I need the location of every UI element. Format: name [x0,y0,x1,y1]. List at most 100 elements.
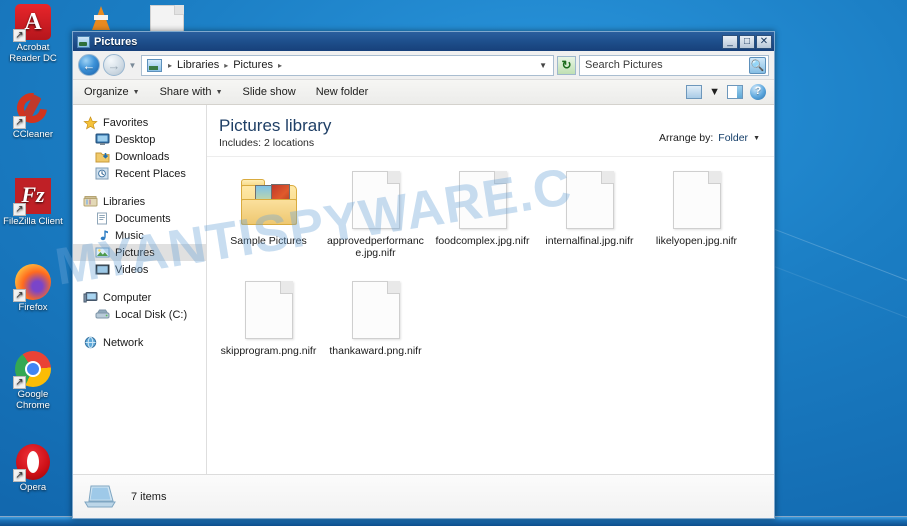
desktop-icon-firefox[interactable]: ↗ Firefox [0,264,66,313]
sidebar-item-desktop[interactable]: Desktop [73,131,206,148]
maximize-button[interactable]: □ [739,34,755,49]
sidebar-item-label: Computer [103,291,152,304]
file-name-label: internalfinal.jpg.nifr [545,235,634,247]
breadcrumb-pictures[interactable]: Pictures [231,59,275,71]
sidebar-item-downloads[interactable]: Downloads [73,148,206,165]
desktop-icon-filezilla[interactable]: Fz ↗ FileZilla Client [0,178,66,227]
window-titlebar[interactable]: Pictures _ □ ✕ [73,32,774,51]
breadcrumb-address-bar[interactable]: ▸ Libraries ▸ Pictures ▸ ▼ [141,54,554,76]
arrange-by-value[interactable]: Folder [718,132,748,144]
videos-library-icon [95,263,110,277]
desktop-icon-label: Opera [19,482,47,493]
sidebar-item-favorites[interactable]: Favorites [73,114,206,131]
blank-file-icon [561,169,619,231]
file-grid[interactable]: Sample Pictures approvedperformance.jpg.… [207,157,774,474]
share-with-button[interactable]: Share with ▼ [157,84,226,100]
file-item-skipprogram[interactable]: skipprogram.png.nifr [215,275,322,357]
sidebar-item-documents[interactable]: Documents [73,210,206,227]
breadcrumb-caret-icon[interactable]: ▸ [165,61,175,70]
acrobat-reader-icon: A ↗ [13,4,51,42]
sidebar-item-label: Libraries [103,195,146,208]
computer-status-icon [83,483,117,511]
sidebar-item-label: Documents [115,212,171,225]
search-input[interactable]: Search Pictures 🔍 [579,54,769,76]
preview-pane-icon[interactable] [727,85,743,99]
file-item-thankaward[interactable]: thankaward.png.nifr [322,275,429,357]
window-controls: _ □ ✕ [722,34,772,49]
page-title: Pictures library [219,116,332,135]
desktop-icon-ccleaner[interactable]: ↗ CCleaner [0,86,66,140]
library-includes-value[interactable]: 2 locations [264,137,314,149]
sidebar-item-label: Downloads [115,150,170,163]
sidebar-item-network[interactable]: Network [73,334,206,351]
content-pane: Pictures library Includes: 2 locations A… [207,105,774,474]
arrange-by-control[interactable]: Arrange by: Folder ▼ [659,116,760,144]
file-item-approvedperformance[interactable]: approvedperformance.jpg.nifr [322,165,429,259]
shortcut-arrow-icon: ↗ [13,376,26,389]
window-body: Favorites Desktop Downloads Recent Place… [73,105,774,474]
desktop-icon-column: A ↗ Acrobat Reader DC ↗ CCleaner Fz ↗ Fil… [0,0,72,526]
sidebar-item-videos[interactable]: Videos [73,261,206,278]
chevron-down-icon[interactable]: ▼ [709,86,720,98]
music-library-icon [95,229,110,243]
file-item-likelyopen[interactable]: likelyopen.jpg.nifr [643,165,750,259]
nav-group-favorites: Favorites Desktop Downloads Recent Place… [73,114,206,182]
file-name-label: foodcomplex.jpg.nifr [435,235,530,247]
documents-library-icon [95,212,110,226]
local-disk-icon [95,308,110,322]
organize-button[interactable]: Organize ▼ [81,84,143,100]
desktop-icon-label: CCleaner [12,129,54,140]
file-name-label: Sample Pictures [230,235,307,247]
recent-pages-caret-icon[interactable]: ▼ [127,61,138,70]
desktop-icon-acrobat-reader[interactable]: A ↗ Acrobat Reader DC [0,4,66,64]
breadcrumb-caret-icon[interactable]: ▸ [275,61,285,70]
slide-show-button[interactable]: Slide show [240,84,299,100]
sidebar-item-label: Videos [115,263,149,276]
change-view-icon[interactable] [686,85,703,99]
sidebar-item-computer[interactable]: Computer [73,289,206,306]
help-icon[interactable]: ? [750,84,766,100]
sidebar-item-recent-places[interactable]: Recent Places [73,165,206,182]
sidebar-item-pictures[interactable]: Pictures [73,244,206,261]
file-item-foodcomplex[interactable]: foodcomplex.jpg.nifr [429,165,536,259]
file-item-internalfinal[interactable]: internalfinal.jpg.nifr [536,165,643,259]
nav-group-libraries: Libraries Documents Music Pictures Video… [73,193,206,278]
libraries-icon [83,195,98,209]
firefox-icon: ↗ [13,264,51,302]
arrange-by-label: Arrange by: [659,132,714,144]
blank-file-icon [668,169,726,231]
refresh-button[interactable]: ↻ [557,55,576,75]
desktop-icon-label: Acrobat Reader DC [9,42,57,64]
search-magnifier-icon[interactable]: 🔍 [749,56,766,74]
chevron-down-icon: ▼ [753,134,760,142]
sidebar-item-music[interactable]: Music [73,227,206,244]
navigation-pane: Favorites Desktop Downloads Recent Place… [73,105,207,474]
blank-file-icon [347,169,405,231]
close-button[interactable]: ✕ [756,34,772,49]
computer-icon [83,291,98,305]
desktop-icon-opera[interactable]: ↗ Opera [0,444,66,493]
shortcut-arrow-icon: ↗ [13,203,26,216]
sidebar-item-label: Music [115,229,144,242]
nav-group-network: Network [73,334,206,351]
desktop-icon-label: Firefox [18,302,48,313]
sidebar-item-label: Pictures [115,246,155,259]
breadcrumb-libraries[interactable]: Libraries [175,59,221,71]
sidebar-item-local-disk-c[interactable]: Local Disk (C:) [73,306,206,323]
forward-button[interactable]: → [103,54,125,76]
back-button[interactable]: ← [78,54,100,76]
address-history-caret-icon[interactable]: ▼ [539,61,550,70]
item-count-label: 7 items [131,490,167,503]
minimize-button[interactable]: _ [722,34,738,49]
sidebar-item-label: Favorites [103,116,149,129]
breadcrumb-caret-icon[interactable]: ▸ [221,61,231,70]
library-title-block: Pictures library Includes: 2 locations [219,116,331,149]
pictures-folder-icon [77,35,90,48]
desktop-icon-google-chrome[interactable]: ↗ Google Chrome [0,351,66,411]
vlc-cone-icon[interactable] [92,6,110,30]
new-folder-button[interactable]: New folder [313,84,372,100]
sidebar-item-libraries[interactable]: Libraries [73,193,206,210]
recent-places-icon [95,167,110,181]
sidebar-item-label: Recent Places [115,167,186,180]
file-item-sample-pictures[interactable]: Sample Pictures [215,165,322,259]
